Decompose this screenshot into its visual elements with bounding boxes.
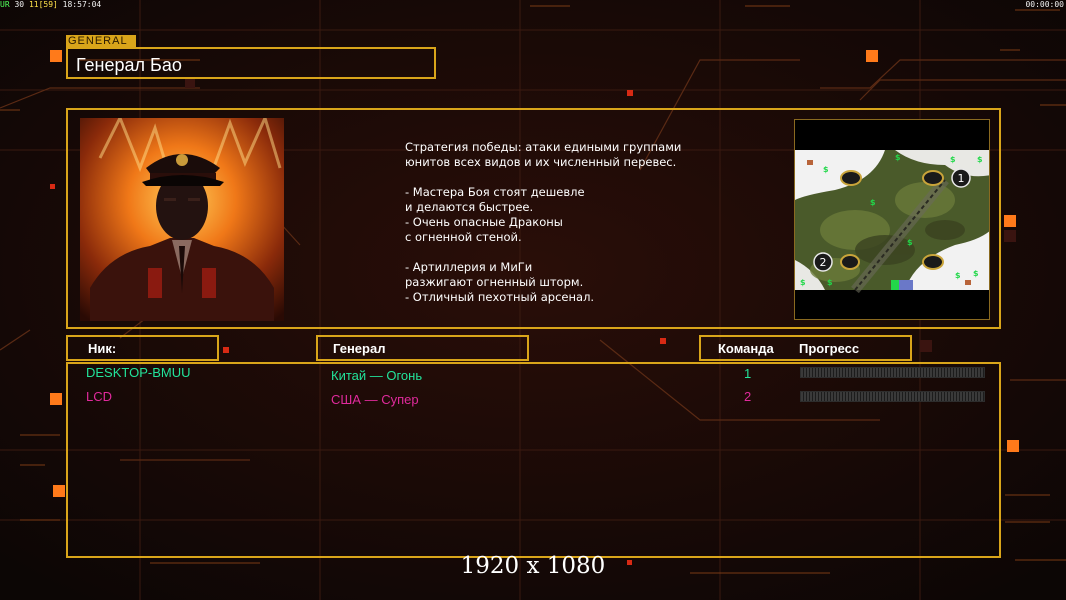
oil-derrick-icon: $ <box>895 153 901 162</box>
description-line: - Отличный пехотный арсенал. <box>405 290 595 304</box>
oil-derrick-icon: $ <box>870 198 876 207</box>
description-line <box>405 170 685 185</box>
oil-derrick-icon: $ <box>977 155 983 164</box>
player-team[interactable]: 2 <box>744 389 751 404</box>
oil-derrick-icon: $ <box>955 271 961 280</box>
start-position <box>922 254 944 270</box>
general-portrait <box>80 118 284 321</box>
nick-header: Ник: <box>66 335 219 361</box>
player-nick: DESKTOP-BMUU <box>86 365 191 380</box>
start-position <box>840 254 860 270</box>
debug-status-bar: UR 30 11[59] 18:57:04 <box>0 0 101 9</box>
oil-derrick-icon: $ <box>827 278 833 287</box>
description-line: разжигают огненный шторм. <box>405 275 584 289</box>
nick-header-label: Ник: <box>88 341 117 356</box>
player-progress-bar <box>800 391 985 402</box>
general-header: Генерал <box>316 335 529 361</box>
progress-header-label: Прогресс <box>799 341 860 356</box>
spawn-label-2: 2 <box>820 256 827 269</box>
description-line: юнитов всех видов и их численный перевес… <box>405 155 677 169</box>
oil-derrick-icon: $ <box>973 269 979 278</box>
team-header-label: Команда <box>718 341 774 356</box>
player-team[interactable]: 1 <box>744 366 751 381</box>
game-timer: 00:00:00 <box>1025 0 1064 9</box>
fps-detail: 11[59] <box>28 0 58 9</box>
team-progress-header: Команда Прогресс <box>699 335 912 361</box>
start-position <box>922 170 944 186</box>
player-general[interactable]: США — Супер <box>331 392 419 407</box>
system-time: 18:57:04 <box>62 0 102 9</box>
general-description: Стратегия победы: атаки едиными группами… <box>405 140 685 305</box>
oil-derrick-icon: $ <box>823 165 829 174</box>
description-line: - Артиллерия и МиГи <box>405 260 533 274</box>
description-line: и делаются быстрее. <box>405 200 534 214</box>
description-line <box>405 245 685 260</box>
spawn-label-1: 1 <box>958 172 965 185</box>
general-name: Генерал Бао <box>76 55 182 75</box>
oil-derrick-icon: $ <box>800 278 806 287</box>
start-position <box>840 170 862 186</box>
player-nick: LCD <box>86 389 113 404</box>
description-line: - Мастера Боя стоят дешевле <box>405 185 585 199</box>
status-tag: UR <box>0 0 10 9</box>
general-title-box: Генерал Бао <box>66 47 436 79</box>
resolution-label: 1920 x 1080 <box>460 553 606 579</box>
player-general[interactable]: Китай — Огонь <box>331 368 422 383</box>
oil-derrick-icon: $ <box>950 155 956 164</box>
player-progress-bar <box>800 367 985 378</box>
description-line: - Очень опасные Драконы <box>405 215 563 229</box>
description-line: Стратегия победы: атаки едиными группами <box>405 140 682 154</box>
oil-derrick-icon: $ <box>907 238 913 247</box>
general-header-label: Генерал <box>333 341 386 356</box>
fps-value: 30 <box>14 0 25 9</box>
map-preview[interactable]: 1 2 $ $ $ $ $ $ $ $ $ $ <box>794 119 990 320</box>
description-line: с огненной стеной. <box>405 230 522 244</box>
